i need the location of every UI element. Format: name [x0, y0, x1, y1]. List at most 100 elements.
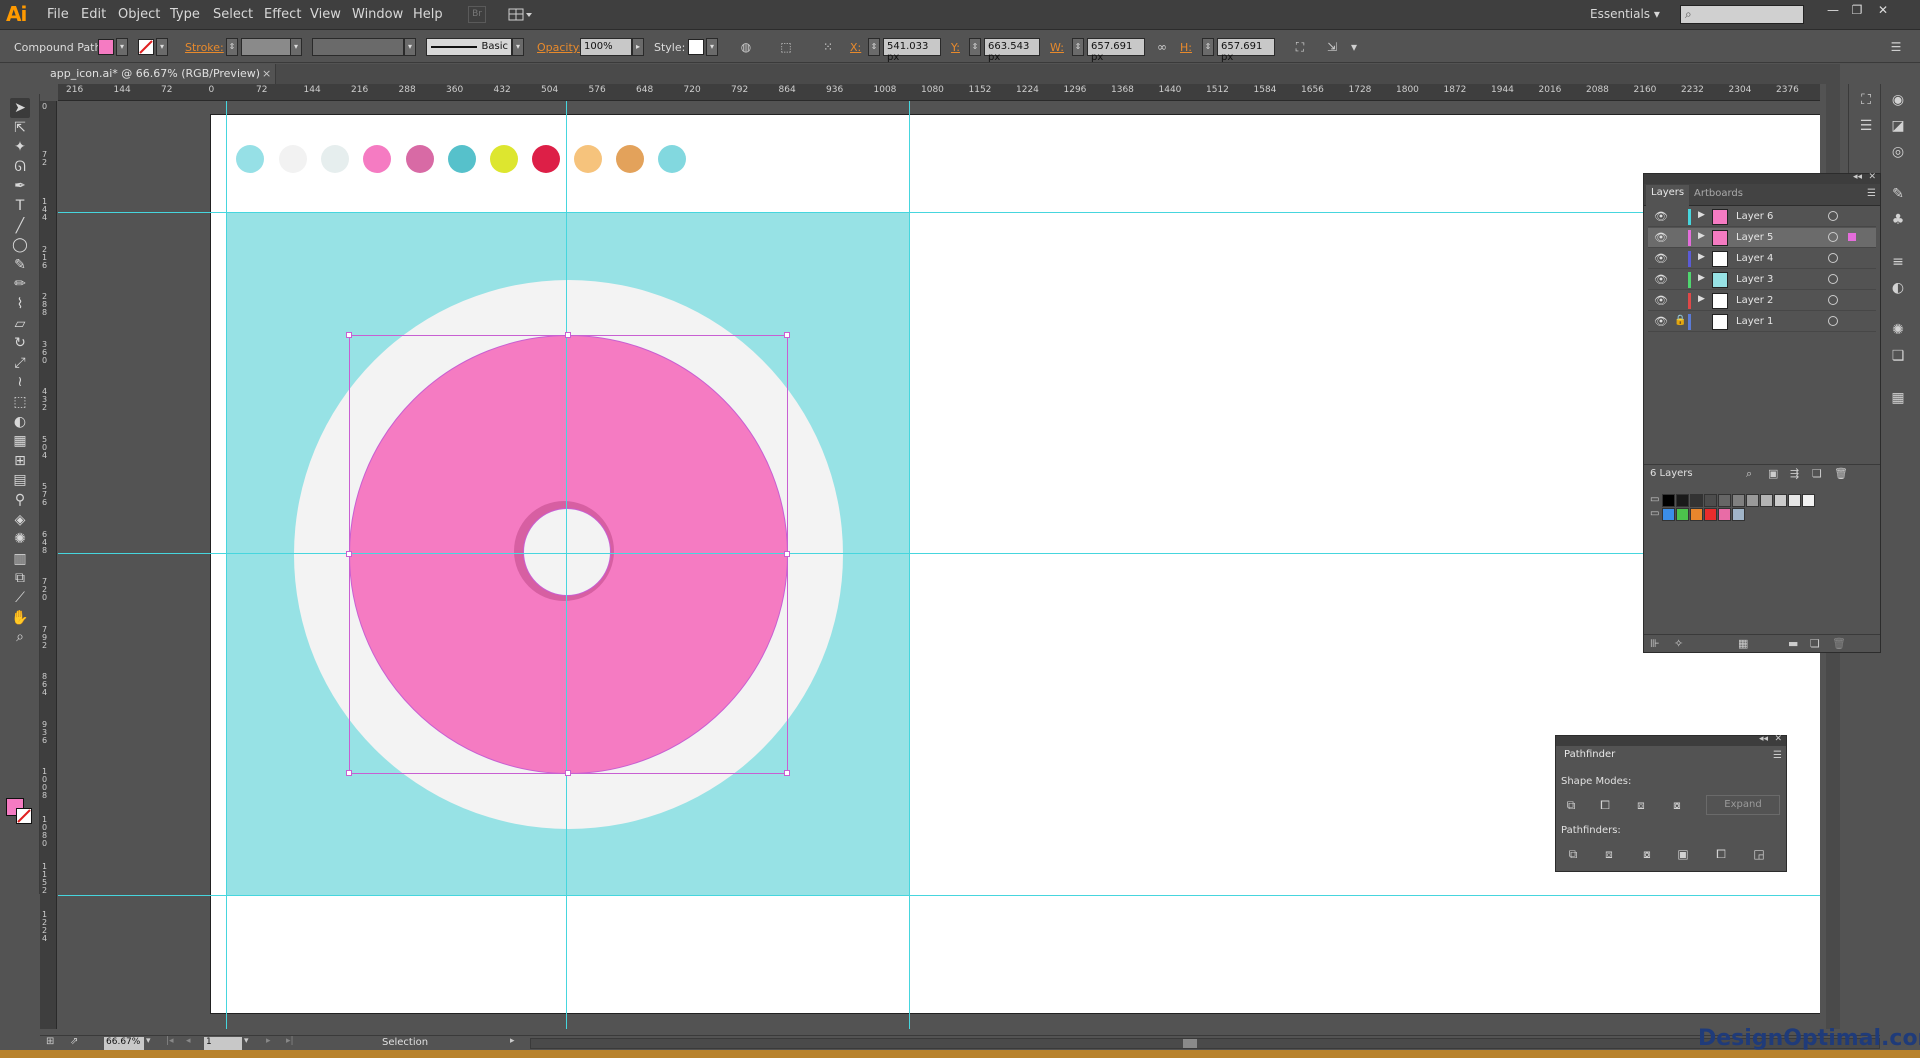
layer-row[interactable]: 👁 ▶ Layer 3 — [1648, 270, 1876, 290]
layer-name[interactable]: Layer 3 — [1736, 274, 1773, 285]
palette-swatch[interactable] — [448, 145, 476, 173]
expand-triangle-icon[interactable]: ▶ — [1698, 252, 1705, 262]
close-tab-icon[interactable]: × — [262, 67, 271, 80]
menu-type[interactable]: Type — [170, 7, 200, 22]
panel-menu-icon[interactable]: ☰ — [1773, 750, 1782, 761]
exclude-icon[interactable]: ⧇ — [1668, 797, 1686, 813]
swatch[interactable] — [1690, 494, 1703, 507]
isolate-icon[interactable]: ⇲ — [1324, 40, 1340, 54]
scale-tool[interactable]: ⤢ — [10, 353, 30, 373]
stroke-color-swatch[interactable] — [138, 39, 154, 55]
appearance-panel-icon[interactable]: ✺ — [1888, 320, 1908, 340]
swatches-panel-icon[interactable]: ◎ — [1888, 142, 1908, 162]
stroke-dropdown[interactable]: ▾ — [156, 38, 168, 56]
swatch[interactable] — [1676, 508, 1689, 521]
brush-definition-field[interactable]: Basic — [426, 38, 512, 56]
align-to-icon[interactable]: ⬚ — [778, 40, 794, 54]
minus-front-icon[interactable]: ⧠ — [1596, 797, 1614, 813]
shape-builder-tool[interactable]: ◐ — [10, 412, 30, 432]
menu-edit[interactable]: Edit — [81, 7, 106, 22]
y-field[interactable]: 663.543 px — [984, 38, 1040, 63]
layer-row[interactable]: 👁 ▶ Layer 6 — [1648, 207, 1876, 227]
menu-select[interactable]: Select — [213, 7, 253, 22]
expand-button[interactable]: Expand — [1706, 795, 1780, 815]
palette-swatch[interactable] — [321, 145, 349, 173]
selected-art-indicator[interactable] — [1848, 233, 1856, 241]
minimize-icon[interactable]: — — [1822, 3, 1844, 19]
palette-swatch[interactable] — [279, 145, 307, 173]
stroke-weight-stepper[interactable]: ⇕ — [226, 38, 238, 56]
mesh-tool[interactable]: ⊞ — [10, 451, 30, 471]
horizontal-guide[interactable] — [58, 895, 1820, 896]
blend-tool[interactable]: ◈ — [10, 510, 30, 530]
tab-layers[interactable]: Layers — [1646, 185, 1690, 206]
fill-stroke-widget[interactable] — [6, 798, 34, 826]
zoom-field[interactable]: 66.67% — [104, 1037, 144, 1050]
reference-point-icon[interactable]: ⁙ — [820, 40, 836, 54]
visibility-eye-icon[interactable]: 👁 — [1654, 231, 1668, 244]
new-sublayer-icon[interactable]: ⇶ — [1790, 467, 1799, 480]
direct-selection-tool[interactable]: ⇱ — [10, 118, 30, 138]
resize-handle-s[interactable] — [565, 770, 571, 776]
target-circle-icon[interactable] — [1828, 274, 1838, 284]
palette-swatch[interactable] — [363, 145, 391, 173]
variable-width-dropdown[interactable]: ▾ — [404, 38, 416, 56]
type-tool[interactable]: T — [10, 196, 30, 216]
horizontal-scrollbar[interactable] — [530, 1038, 1880, 1049]
menu-effect[interactable]: Effect — [264, 7, 301, 22]
pencil-tool[interactable]: ✏ — [10, 274, 30, 294]
swatch[interactable] — [1732, 508, 1745, 521]
fill-dropdown[interactable]: ▾ — [116, 38, 128, 56]
artboard-dropdown-icon[interactable]: ▾ — [244, 1036, 249, 1046]
first-artboard-icon[interactable]: |◂ — [166, 1036, 174, 1046]
swatch[interactable] — [1662, 508, 1675, 521]
menu-view[interactable]: View — [310, 7, 341, 22]
align-panel-icon[interactable]: ☰ — [1856, 116, 1876, 136]
trim-icon[interactable]: ⧈ — [1600, 846, 1618, 862]
crop-icon[interactable]: ▣ — [1674, 846, 1692, 862]
resize-handle-ne[interactable] — [784, 332, 790, 338]
layer-row[interactable]: 👁 ▶ Layer 5 — [1648, 228, 1876, 248]
x-label[interactable]: X: — [850, 41, 861, 54]
hand-tool[interactable]: ✋ — [10, 608, 30, 628]
swatch[interactable] — [1690, 508, 1703, 521]
layer-row[interactable]: 👁 ▶ Layer 2 — [1648, 291, 1876, 311]
tab-artboards[interactable]: Artboards — [1694, 188, 1743, 199]
horizontal-ruler[interactable]: 216 144 72 0 72 144 216 288 360 432 504 576 648 720 79… — [58, 84, 1820, 101]
opacity-field[interactable]: 100% — [580, 38, 632, 56]
opacity-dropdown[interactable]: ▸ — [632, 38, 644, 56]
layer-row[interactable]: 👁 🔒 Layer 1 — [1648, 312, 1876, 332]
arrange-documents-icon[interactable] — [508, 7, 534, 22]
prev-artboard-icon[interactable]: ◂ — [186, 1036, 191, 1046]
collapse-icon[interactable]: ◂◂ — [1759, 734, 1768, 744]
divide-icon[interactable]: ⧉ — [1564, 846, 1582, 862]
expand-triangle-icon[interactable]: ▶ — [1698, 231, 1705, 241]
w-stepper[interactable]: ⇕ — [1072, 38, 1084, 56]
vertical-guide[interactable] — [226, 101, 227, 1029]
h-stepper[interactable]: ⇕ — [1202, 38, 1214, 56]
slice-tool[interactable]: ⟋ — [10, 588, 30, 608]
palette-swatch[interactable] — [490, 145, 518, 173]
palette-swatch[interactable] — [616, 145, 644, 173]
visibility-eye-icon[interactable]: 👁 — [1654, 252, 1668, 265]
selection-bounding-box[interactable] — [346, 332, 790, 776]
layers-panel-icon[interactable]: ▦ — [1888, 388, 1908, 408]
close-icon[interactable]: ✕ — [1872, 3, 1894, 19]
expand-triangle-icon[interactable]: ▶ — [1698, 210, 1705, 220]
layer-name[interactable]: Layer 5 — [1736, 232, 1773, 243]
resize-handle-n[interactable] — [565, 332, 571, 338]
menu-object[interactable]: Object — [118, 7, 160, 22]
resize-handle-nw[interactable] — [346, 332, 352, 338]
graphic-style-swatch[interactable] — [688, 39, 704, 55]
close-icon[interactable]: ✕ — [1868, 172, 1876, 182]
delete-layer-icon[interactable]: 🗑 — [1834, 467, 1848, 480]
pen-tool[interactable]: ✒ — [10, 176, 30, 196]
stroke-weight-field[interactable] — [241, 38, 291, 56]
status-menu-icon[interactable]: ▸ — [510, 1036, 515, 1046]
next-artboard-icon[interactable]: ▸ — [266, 1036, 271, 1046]
tab-pathfinder[interactable]: Pathfinder — [1558, 746, 1622, 766]
style-dropdown[interactable]: ▾ — [706, 38, 718, 56]
artboard-nav-icon[interactable]: ⊞ — [46, 1036, 54, 1047]
swatch-library-icon[interactable]: ⊪ — [1650, 637, 1660, 650]
eraser-tool[interactable]: ▱ — [10, 314, 30, 334]
